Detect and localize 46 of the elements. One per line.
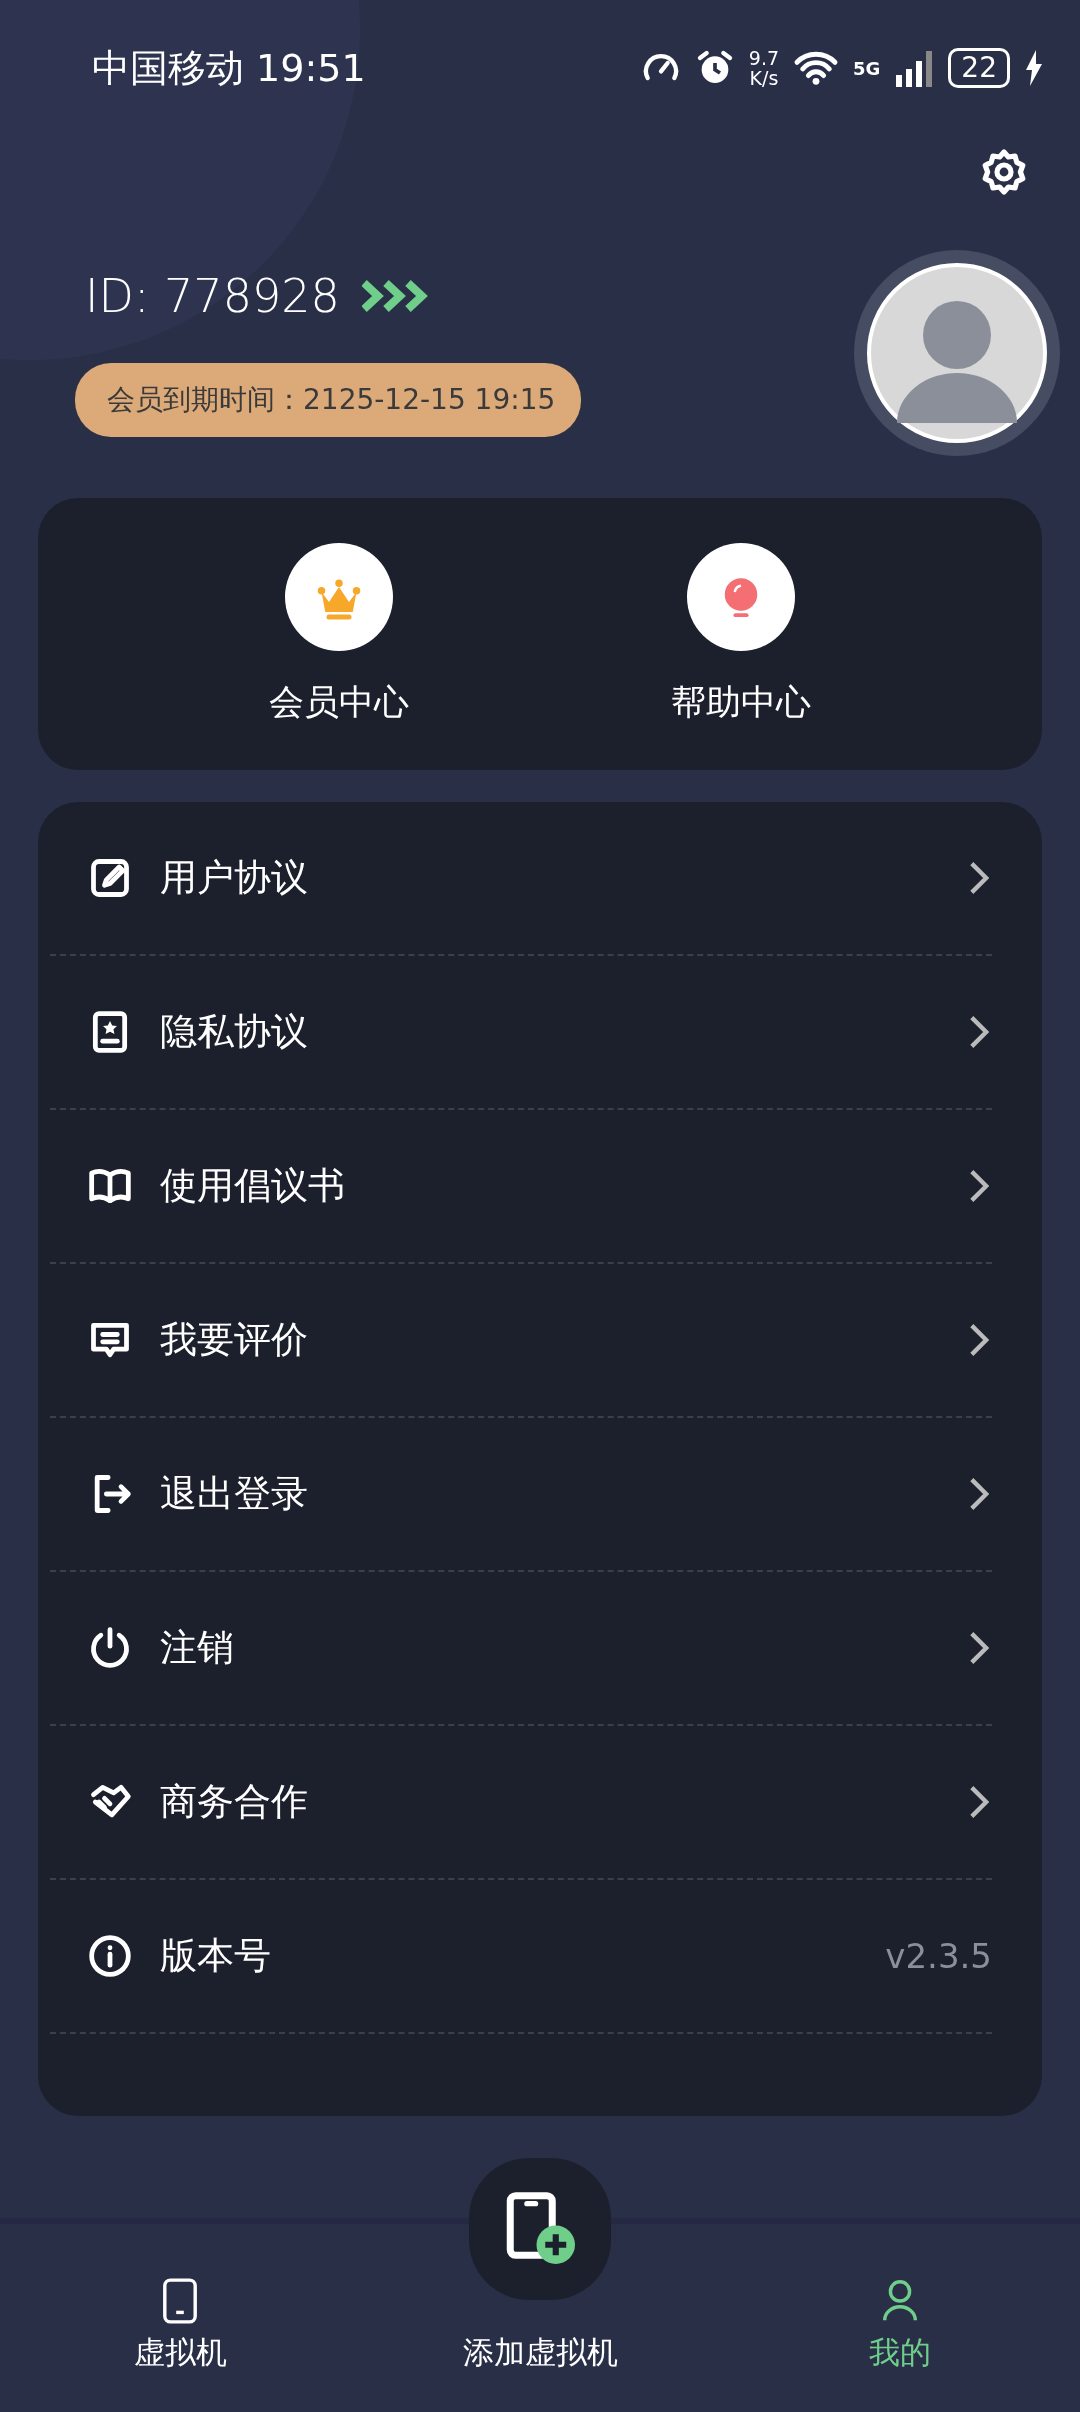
- nav-tab[interactable]: 添加虚拟机: [462, 2332, 618, 2374]
- chevron-right-icon: [968, 1014, 990, 1050]
- menu-label: 商务合作: [160, 1779, 309, 1825]
- menu-item[interactable]: 退出登录: [50, 1418, 992, 1572]
- menu-label: 版本号: [160, 1933, 272, 1979]
- menu-item[interactable]: 注销: [50, 1572, 992, 1726]
- info-icon: [88, 1934, 132, 1978]
- membership-expiry: 会员到期时间：2125-12-15 19:15: [75, 363, 582, 437]
- shortcut-button[interactable]: 帮助中心: [671, 542, 811, 726]
- network-speed: 9.7: [748, 48, 780, 68]
- user-id: ID: 778928: [85, 269, 340, 323]
- signal-icon: [894, 49, 935, 87]
- power-icon: [88, 1626, 132, 1670]
- chevron-right-icon: [968, 860, 990, 896]
- speed-unit: K/s: [749, 68, 779, 88]
- chevron-right-icon: [968, 1630, 990, 1666]
- edit-icon: [88, 856, 132, 900]
- chevron-right-icon: [968, 1784, 990, 1820]
- shortcut-label: 帮助中心: [671, 680, 811, 724]
- status-time: 中国移动 19:51: [92, 44, 366, 92]
- network-type: 5G: [853, 57, 881, 79]
- settings-icon: [980, 148, 1028, 196]
- menu-item[interactable]: 隐私协议: [50, 956, 992, 1110]
- phone-icon: [161, 2278, 199, 2324]
- charging-icon: [1024, 50, 1044, 86]
- shortcut-label: 会员中心: [269, 680, 409, 724]
- menu-item[interactable]: 我要评价: [50, 1264, 992, 1418]
- menu-item[interactable]: 版本号 v2.3.5: [50, 1880, 992, 2034]
- chevron-right-icon: [968, 1476, 990, 1512]
- menu-label: 使用倡议书: [160, 1163, 346, 1209]
- menu-label: 注销: [160, 1625, 235, 1671]
- battery-level: 22: [948, 48, 1010, 88]
- menu-label: 退出登录: [160, 1471, 309, 1517]
- menu-label: 我要评价: [160, 1317, 309, 1363]
- menu-item[interactable]: 商务合作: [50, 1726, 992, 1880]
- chevron-right-icon: [968, 1322, 990, 1358]
- menu-item[interactable]: 用户协议: [50, 802, 992, 956]
- version-number: v2.3.5: [885, 1936, 992, 1976]
- nav-tab[interactable]: 我的: [750, 2278, 1050, 2374]
- nav-tab[interactable]: 虚拟机: [30, 2278, 330, 2374]
- shortcut-button[interactable]: 会员中心: [269, 542, 409, 726]
- menu-item[interactable]: 使用倡议书: [50, 1110, 992, 1264]
- wifi-icon: [793, 49, 840, 87]
- chevron-right-icon: [968, 1168, 990, 1204]
- menu-label: 隐私协议: [160, 1009, 309, 1055]
- menu-label: 用户协议: [160, 855, 309, 901]
